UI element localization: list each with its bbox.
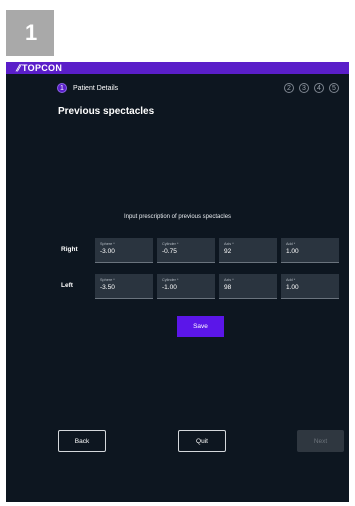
field-value: -0.75: [162, 248, 177, 255]
left-sphere-field[interactable]: Sphere * -3.50: [95, 274, 153, 299]
row-label-right: Right: [61, 246, 78, 253]
field-label: Sphere *: [100, 278, 115, 282]
save-button[interactable]: Save: [177, 316, 224, 337]
field-value: 98: [224, 284, 232, 291]
step-3-circle: 3: [299, 83, 309, 93]
field-label: Cylinder *: [162, 242, 179, 246]
field-value: 92: [224, 248, 232, 255]
field-value: 1.00: [286, 284, 299, 291]
brand-bar: ⫽ TOPCON: [6, 62, 349, 74]
field-label: Add *: [286, 278, 296, 282]
topcon-logo-icon: ⫽: [16, 62, 21, 73]
instruction-text: Input prescription of previous spectacle…: [123, 214, 232, 220]
prescription-row-right: Right Sphere * -3.00 Cylinder * -0.75 Ax…: [6, 238, 349, 263]
step-2-circle: 2: [284, 83, 294, 93]
row-label-left: Left: [61, 282, 73, 289]
next-button[interactable]: Next: [297, 430, 344, 452]
step-5-circle: 5: [329, 83, 339, 93]
step-progress: 1 Patient Details 2 3 4 5: [57, 82, 339, 94]
step-1-label: Patient Details: [73, 84, 119, 92]
step-current: 1 Patient Details: [57, 83, 118, 93]
quit-button[interactable]: Quit: [178, 430, 226, 452]
left-add-field[interactable]: Add * 1.00: [281, 274, 339, 299]
field-value: -3.50: [100, 284, 115, 291]
field-label: Axis *: [224, 278, 234, 282]
field-value: 1.00: [286, 248, 299, 255]
figure-step-badge: 1: [6, 10, 54, 56]
right-axis-field[interactable]: Axis * 92: [219, 238, 277, 263]
remaining-steps: 2 3 4 5: [284, 83, 339, 93]
app-screen: ⫽ TOPCON 1 Patient Details 2 3 4 5 Previ…: [6, 62, 349, 502]
field-value: -3.00: [100, 248, 115, 255]
prescription-row-left: Left Sphere * -3.50 Cylinder * -1.00 Axi…: [6, 274, 349, 299]
step-4-circle: 4: [314, 83, 324, 93]
left-axis-field[interactable]: Axis * 98: [219, 274, 277, 299]
step-1-circle: 1: [57, 83, 67, 93]
topcon-logo-text: TOPCON: [22, 63, 63, 73]
field-label: Sphere *: [100, 242, 115, 246]
field-value: -1.00: [162, 284, 177, 291]
right-cylinder-field[interactable]: Cylinder * -0.75: [157, 238, 215, 263]
field-label: Cylinder *: [162, 278, 179, 282]
field-label: Add *: [286, 242, 296, 246]
page-title: Previous spectacles: [58, 106, 155, 117]
left-cylinder-field[interactable]: Cylinder * -1.00: [157, 274, 215, 299]
field-label: Axis *: [224, 242, 234, 246]
right-add-field[interactable]: Add * 1.00: [281, 238, 339, 263]
figure-step-number: 1: [25, 20, 38, 45]
right-sphere-field[interactable]: Sphere * -3.00: [95, 238, 153, 263]
topcon-logo: ⫽ TOPCON: [16, 63, 62, 74]
back-button[interactable]: Back: [58, 430, 106, 452]
